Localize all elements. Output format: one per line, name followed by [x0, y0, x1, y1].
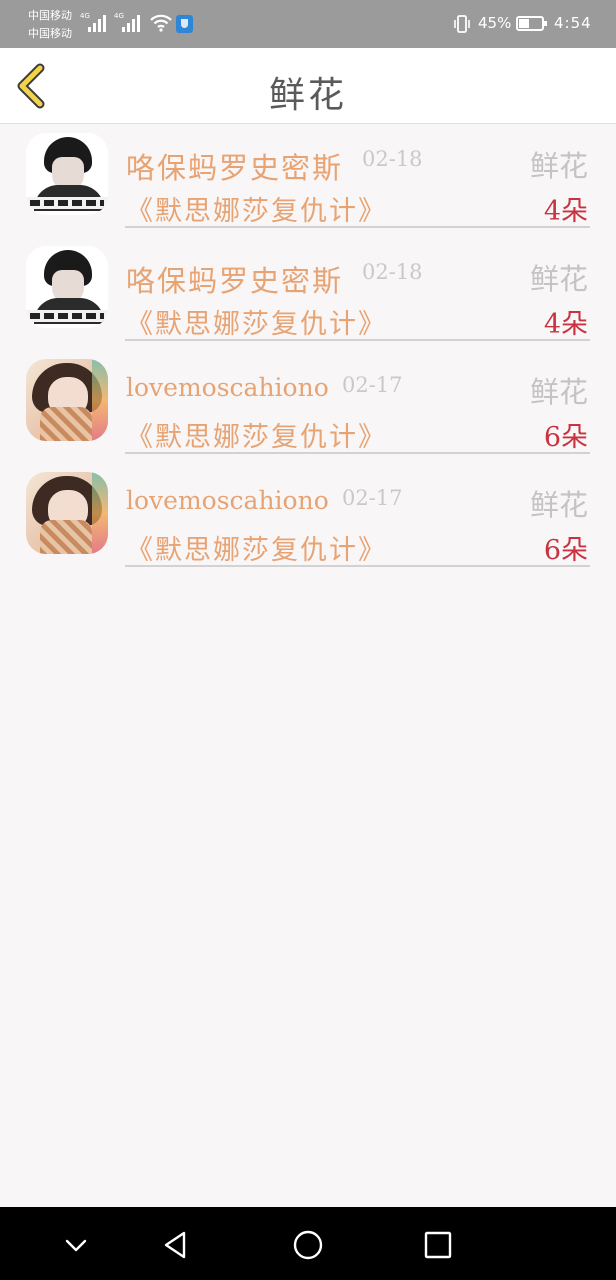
wifi-icon — [150, 14, 172, 32]
gift-quantity: 6朵 — [543, 422, 588, 453]
divider — [125, 565, 590, 567]
list-item[interactable]: 咯保蚂罗史密斯 02-18 鲜花 《默思娜莎复仇计》 4朵 — [0, 238, 616, 351]
recents-square-icon[interactable] — [420, 1227, 456, 1263]
avatar[interactable] — [26, 133, 108, 215]
sender-name[interactable]: 咯保蚂罗史密斯 — [126, 258, 343, 300]
gift-quantity: 6朵 — [543, 535, 588, 566]
battery-icon — [516, 16, 547, 31]
avatar[interactable] — [26, 359, 108, 441]
avatar[interactable] — [26, 472, 108, 554]
avatar[interactable] — [26, 246, 108, 328]
back-triangle-icon[interactable] — [158, 1227, 194, 1263]
book-title[interactable]: 《默思娜莎复仇计》 — [126, 189, 387, 228]
gift-type: 鲜花 — [529, 375, 588, 409]
divider — [125, 339, 590, 341]
page-title: 鲜花 — [268, 75, 347, 116]
list-item[interactable]: lovemoscahiono 02-17 鲜花 《默思娜莎复仇计》 6朵 — [0, 464, 616, 577]
gift-date: 02-17 — [342, 486, 403, 510]
vibrate-icon — [454, 15, 470, 33]
shield-icon — [176, 15, 193, 33]
gift-record-list: 咯保蚂罗史密斯 02-18 鲜花 《默思娜莎复仇计》 4朵 咯保蚂罗史密斯 02… — [0, 125, 616, 577]
gift-date: 02-18 — [362, 260, 423, 284]
clock: 4:54 — [554, 14, 592, 32]
sender-name[interactable]: lovemoscahiono — [126, 486, 329, 515]
sender-name[interactable]: lovemoscahiono — [126, 373, 329, 402]
home-circle-icon[interactable] — [290, 1227, 326, 1263]
signal-icon: 4G — [80, 12, 106, 32]
gift-date: 02-18 — [362, 147, 423, 171]
list-item[interactable]: lovemoscahiono 02-17 鲜花 《默思娜莎复仇计》 6朵 — [0, 351, 616, 464]
gift-date: 02-17 — [342, 373, 403, 397]
status-bar: 中国移动 中国移动 4G 4G 45% 4:54 — [0, 0, 616, 48]
list-item[interactable]: 咯保蚂罗史密斯 02-18 鲜花 《默思娜莎复仇计》 4朵 — [0, 125, 616, 238]
gift-type: 鲜花 — [529, 262, 588, 296]
book-title[interactable]: 《默思娜莎复仇计》 — [126, 302, 387, 341]
chevron-down-icon[interactable] — [58, 1227, 94, 1263]
gift-quantity: 4朵 — [543, 196, 588, 227]
network-type-1: 4G — [80, 12, 90, 20]
gift-quantity: 4朵 — [543, 309, 588, 340]
divider — [125, 226, 590, 228]
gift-type: 鲜花 — [529, 488, 588, 522]
system-nav-bar — [0, 1207, 616, 1280]
divider — [125, 452, 590, 454]
book-title[interactable]: 《默思娜莎复仇计》 — [126, 528, 387, 567]
signal-icon: 4G — [114, 12, 140, 32]
carrier-label-1: 中国移动 — [28, 9, 72, 22]
carrier-label-2: 中国移动 — [28, 27, 72, 40]
battery-percent: 45% — [478, 14, 512, 32]
header: 鲜花 — [0, 48, 616, 124]
sender-name[interactable]: 咯保蚂罗史密斯 — [126, 145, 343, 187]
gift-type: 鲜花 — [529, 149, 588, 183]
network-type-2: 4G — [114, 12, 124, 20]
book-title[interactable]: 《默思娜莎复仇计》 — [126, 415, 387, 454]
